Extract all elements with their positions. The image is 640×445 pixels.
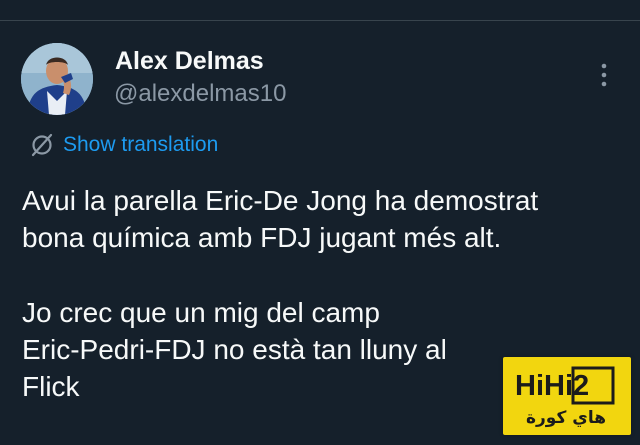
avatar-photo-icon (21, 43, 93, 115)
tweet-line: Jo crec que un mig del camp (22, 297, 380, 328)
more-options-button[interactable] (592, 60, 616, 90)
author-handle[interactable]: @alexdelmas10 (114, 79, 286, 109)
show-translation-label: Show translation (63, 133, 219, 156)
author-avatar[interactable] (21, 43, 93, 115)
globe-slash-icon (31, 133, 53, 157)
hihi2-watermark: HiHi2 هاي كورة (503, 357, 631, 435)
tweet-line: bona química amb FDJ jugant més alt. (22, 222, 502, 253)
tweet-line: Avui la parella Eric-De Jong ha demostra… (22, 185, 539, 216)
author-display-name[interactable]: Alex Delmas (115, 46, 264, 76)
hihi2-logo: HiHi2 هاي كورة (515, 366, 615, 428)
show-translation-link[interactable]: Show translation (29, 130, 218, 160)
logo-text: HiHi2 (515, 370, 589, 402)
top-divider (0, 20, 640, 21)
tweet-screen: Alex Delmas @alexdelmas10 Show translati… (0, 0, 640, 445)
logo-arabic-text: هاي كورة (526, 408, 606, 428)
more-vertical-icon (601, 63, 607, 87)
